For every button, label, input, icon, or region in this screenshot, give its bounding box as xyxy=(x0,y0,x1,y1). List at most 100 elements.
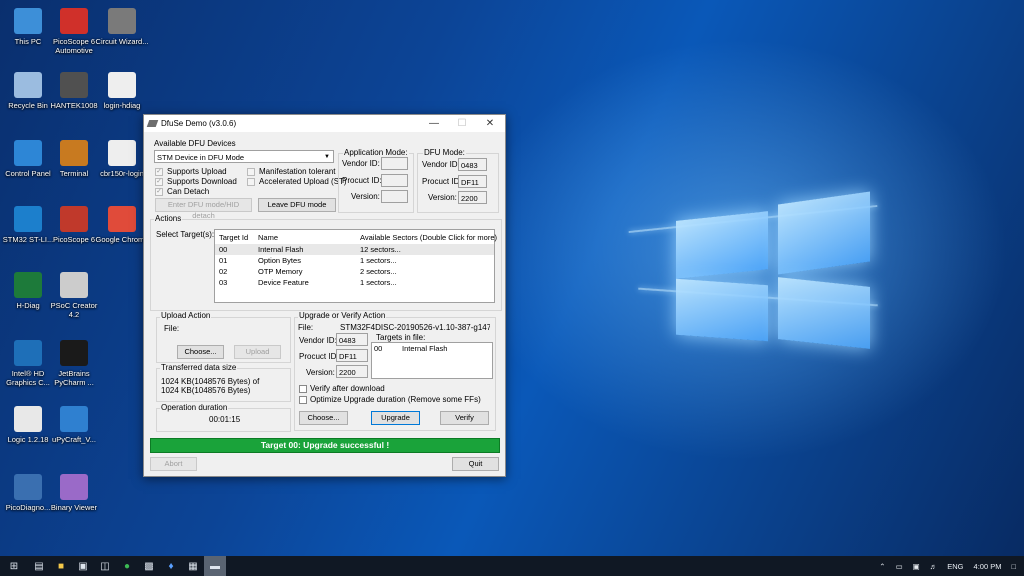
desktop-icon[interactable]: cbr150r-login xyxy=(94,140,150,178)
table-cell: Internal Flash xyxy=(258,245,304,254)
desktop-app-icon xyxy=(60,474,88,500)
desktop-app-icon xyxy=(60,72,88,98)
table-cell: 2 sectors... xyxy=(360,267,397,276)
window-title: DfuSe Demo (v3.0.6) xyxy=(161,119,237,128)
device-select[interactable]: STM Device in DFU Mode ▼ xyxy=(154,150,334,163)
battery-icon[interactable]: ▭ xyxy=(896,562,903,571)
app-version-label: Version: xyxy=(351,192,380,201)
duration-label: Operation duration xyxy=(160,403,229,412)
dfu-version-label: Version: xyxy=(428,193,457,202)
enter-dfu-button[interactable]: Enter DFU mode/HID detach xyxy=(155,198,252,220)
column-header[interactable]: Name xyxy=(258,232,278,243)
table-row[interactable]: 01 Option Bytes 1 sectors... xyxy=(215,255,494,266)
desktop-icon[interactable]: uPyCraft_V... xyxy=(46,406,102,444)
pyupdate-icon[interactable]: ♦ xyxy=(160,556,182,576)
desktop-app-icon xyxy=(108,72,136,98)
optimize-checkbox[interactable] xyxy=(299,396,307,404)
column-header[interactable]: Target Id xyxy=(219,232,248,243)
desktop-app-icon xyxy=(14,340,42,366)
abort-button[interactable]: Abort xyxy=(150,457,197,471)
close-icon[interactable]: ✕ xyxy=(476,115,504,132)
clock[interactable]: 4:00 PM xyxy=(974,562,1002,571)
verify-button[interactable]: Verify xyxy=(440,411,489,425)
upgrade-button[interactable]: Upgrade xyxy=(371,411,420,425)
table-row[interactable]: 00 Internal Flash 12 sectors... xyxy=(215,244,494,255)
desktop-icon[interactable]: Binary Viewer xyxy=(46,474,102,512)
table-cell: 12 sectors... xyxy=(360,245,401,254)
table-row[interactable]: 02 OTP Memory 2 sectors... xyxy=(215,266,494,277)
can-detach-label: Can Detach xyxy=(167,187,210,196)
targets-table[interactable]: Target Id Name Available Sectors (Double… xyxy=(214,229,497,303)
network-icon[interactable]: ▣ xyxy=(913,562,920,571)
select-targets-label: Select Target(s): xyxy=(156,230,215,239)
language-indicator[interactable]: ENG xyxy=(947,562,963,571)
dfu-vendor-id-field: 0483 xyxy=(458,158,487,171)
upgrade-choose-button[interactable]: Choose... xyxy=(299,411,348,425)
table-row[interactable]: 03 Device Feature 1 sectors... xyxy=(215,277,494,288)
supports-download-label: Supports Download xyxy=(167,177,237,186)
list-item[interactable]: 00 Internal Flash xyxy=(372,343,492,354)
table-cell: Option Bytes xyxy=(258,256,301,265)
desktop-icon[interactable]: Circuit Wizard... xyxy=(94,8,150,46)
app-product-id-field xyxy=(381,174,408,187)
chrome-icon[interactable]: ● xyxy=(116,556,138,576)
file-explorer-icon[interactable]: ■ xyxy=(50,556,72,576)
leave-dfu-button[interactable]: Leave DFU mode xyxy=(258,198,336,212)
start-icon[interactable]: ⊞ xyxy=(0,556,28,576)
desktop-icon[interactable]: login-hdiag xyxy=(94,72,150,110)
desktop-icon-label: JetBrains PyCharm ... xyxy=(54,369,94,387)
desktop-icon[interactable]: Google Chrome xyxy=(94,206,150,244)
accelerated-upload-checkbox xyxy=(247,178,255,186)
desktop-app-icon xyxy=(60,406,88,432)
notification-icon[interactable]: □ xyxy=(1011,562,1016,571)
windows-wallpaper-logo xyxy=(628,178,878,349)
app-vendor-id-label: Vendor ID: xyxy=(342,159,380,168)
supports-download-checkbox: ✓ xyxy=(155,178,163,186)
desktop-app-icon xyxy=(14,406,42,432)
manifestation-tolerant-label: Manifestation tolerant xyxy=(259,167,336,176)
upgrade-file-label: File: xyxy=(298,323,314,332)
optimize-label: Optimize Upgrade duration (Remove some F… xyxy=(310,395,481,404)
desktop-app-icon xyxy=(108,8,136,34)
system-tray: ⌃ ▭ ▣ ♬ ENG 4:00 PM □ xyxy=(874,556,1024,576)
verify-after-download-checkbox[interactable] xyxy=(299,385,307,393)
manifestation-tolerant-checkbox xyxy=(247,168,255,176)
desktop-app-icon xyxy=(108,140,136,166)
desktop-app-icon xyxy=(108,206,136,232)
task-view-icon[interactable]: ▤ xyxy=(28,556,50,576)
table-header: Target Id Name Available Sectors (Double… xyxy=(215,232,497,243)
chevron-up-icon[interactable]: ⌃ xyxy=(879,562,885,571)
upgrade-label: Upgrade or Verify Action xyxy=(298,311,387,320)
dfuse-taskbar-icon[interactable]: ▬ xyxy=(204,556,226,576)
desktop-app-icon xyxy=(14,272,42,298)
desktop-app-icon xyxy=(60,8,88,34)
targets-in-file-list[interactable]: 00 Internal Flash xyxy=(371,342,493,379)
volume-icon[interactable]: ♬ xyxy=(930,562,938,571)
dfu-version-field: 2200 xyxy=(458,191,487,204)
chevron-down-icon: ▼ xyxy=(324,154,330,160)
quit-button[interactable]: Quit xyxy=(452,457,499,471)
desktop-icon[interactable]: JetBrains PyCharm ... xyxy=(46,340,102,387)
status-bar: Target 00: Upgrade successful ! xyxy=(150,438,500,453)
picoscope-icon[interactable]: ▦ xyxy=(182,556,204,576)
minimize-icon[interactable]: — xyxy=(420,115,448,132)
actions-label: Actions xyxy=(154,214,183,223)
store-icon[interactable]: ▣ xyxy=(72,556,94,576)
app-vendor-id-field xyxy=(381,157,408,170)
taskbar: ⊞ ▤ ■ ▣ ◫ ● ▩ ♦ ▦ ▬ ⌃ ▭ ▣ ♬ ENG 4:00 PM … xyxy=(0,556,1024,576)
column-header[interactable]: Available Sectors (Double Click for more… xyxy=(360,232,497,243)
desktop-icon[interactable]: PSoC Creator 4.2 xyxy=(46,272,102,319)
upload-choose-button[interactable]: Choose... xyxy=(177,345,224,359)
upload-button[interactable]: Upload xyxy=(234,345,281,359)
table-cell: 02 xyxy=(219,267,228,276)
desktop-icon-label: Binary Viewer xyxy=(50,503,98,512)
app-icon[interactable]: ◫ xyxy=(94,556,116,576)
terminal-icon[interactable]: ▩ xyxy=(138,556,160,576)
desktop-icon-label: Google Chrome xyxy=(95,235,149,244)
desktop-app-icon xyxy=(14,72,42,98)
maximize-icon[interactable]: ☐ xyxy=(448,115,476,132)
table-cell: 00 xyxy=(219,245,228,254)
desktop-icon-label: cbr150r-login xyxy=(100,169,144,178)
app-product-id-label: Procuct ID: xyxy=(342,176,382,185)
table-cell: 03 xyxy=(219,278,228,287)
